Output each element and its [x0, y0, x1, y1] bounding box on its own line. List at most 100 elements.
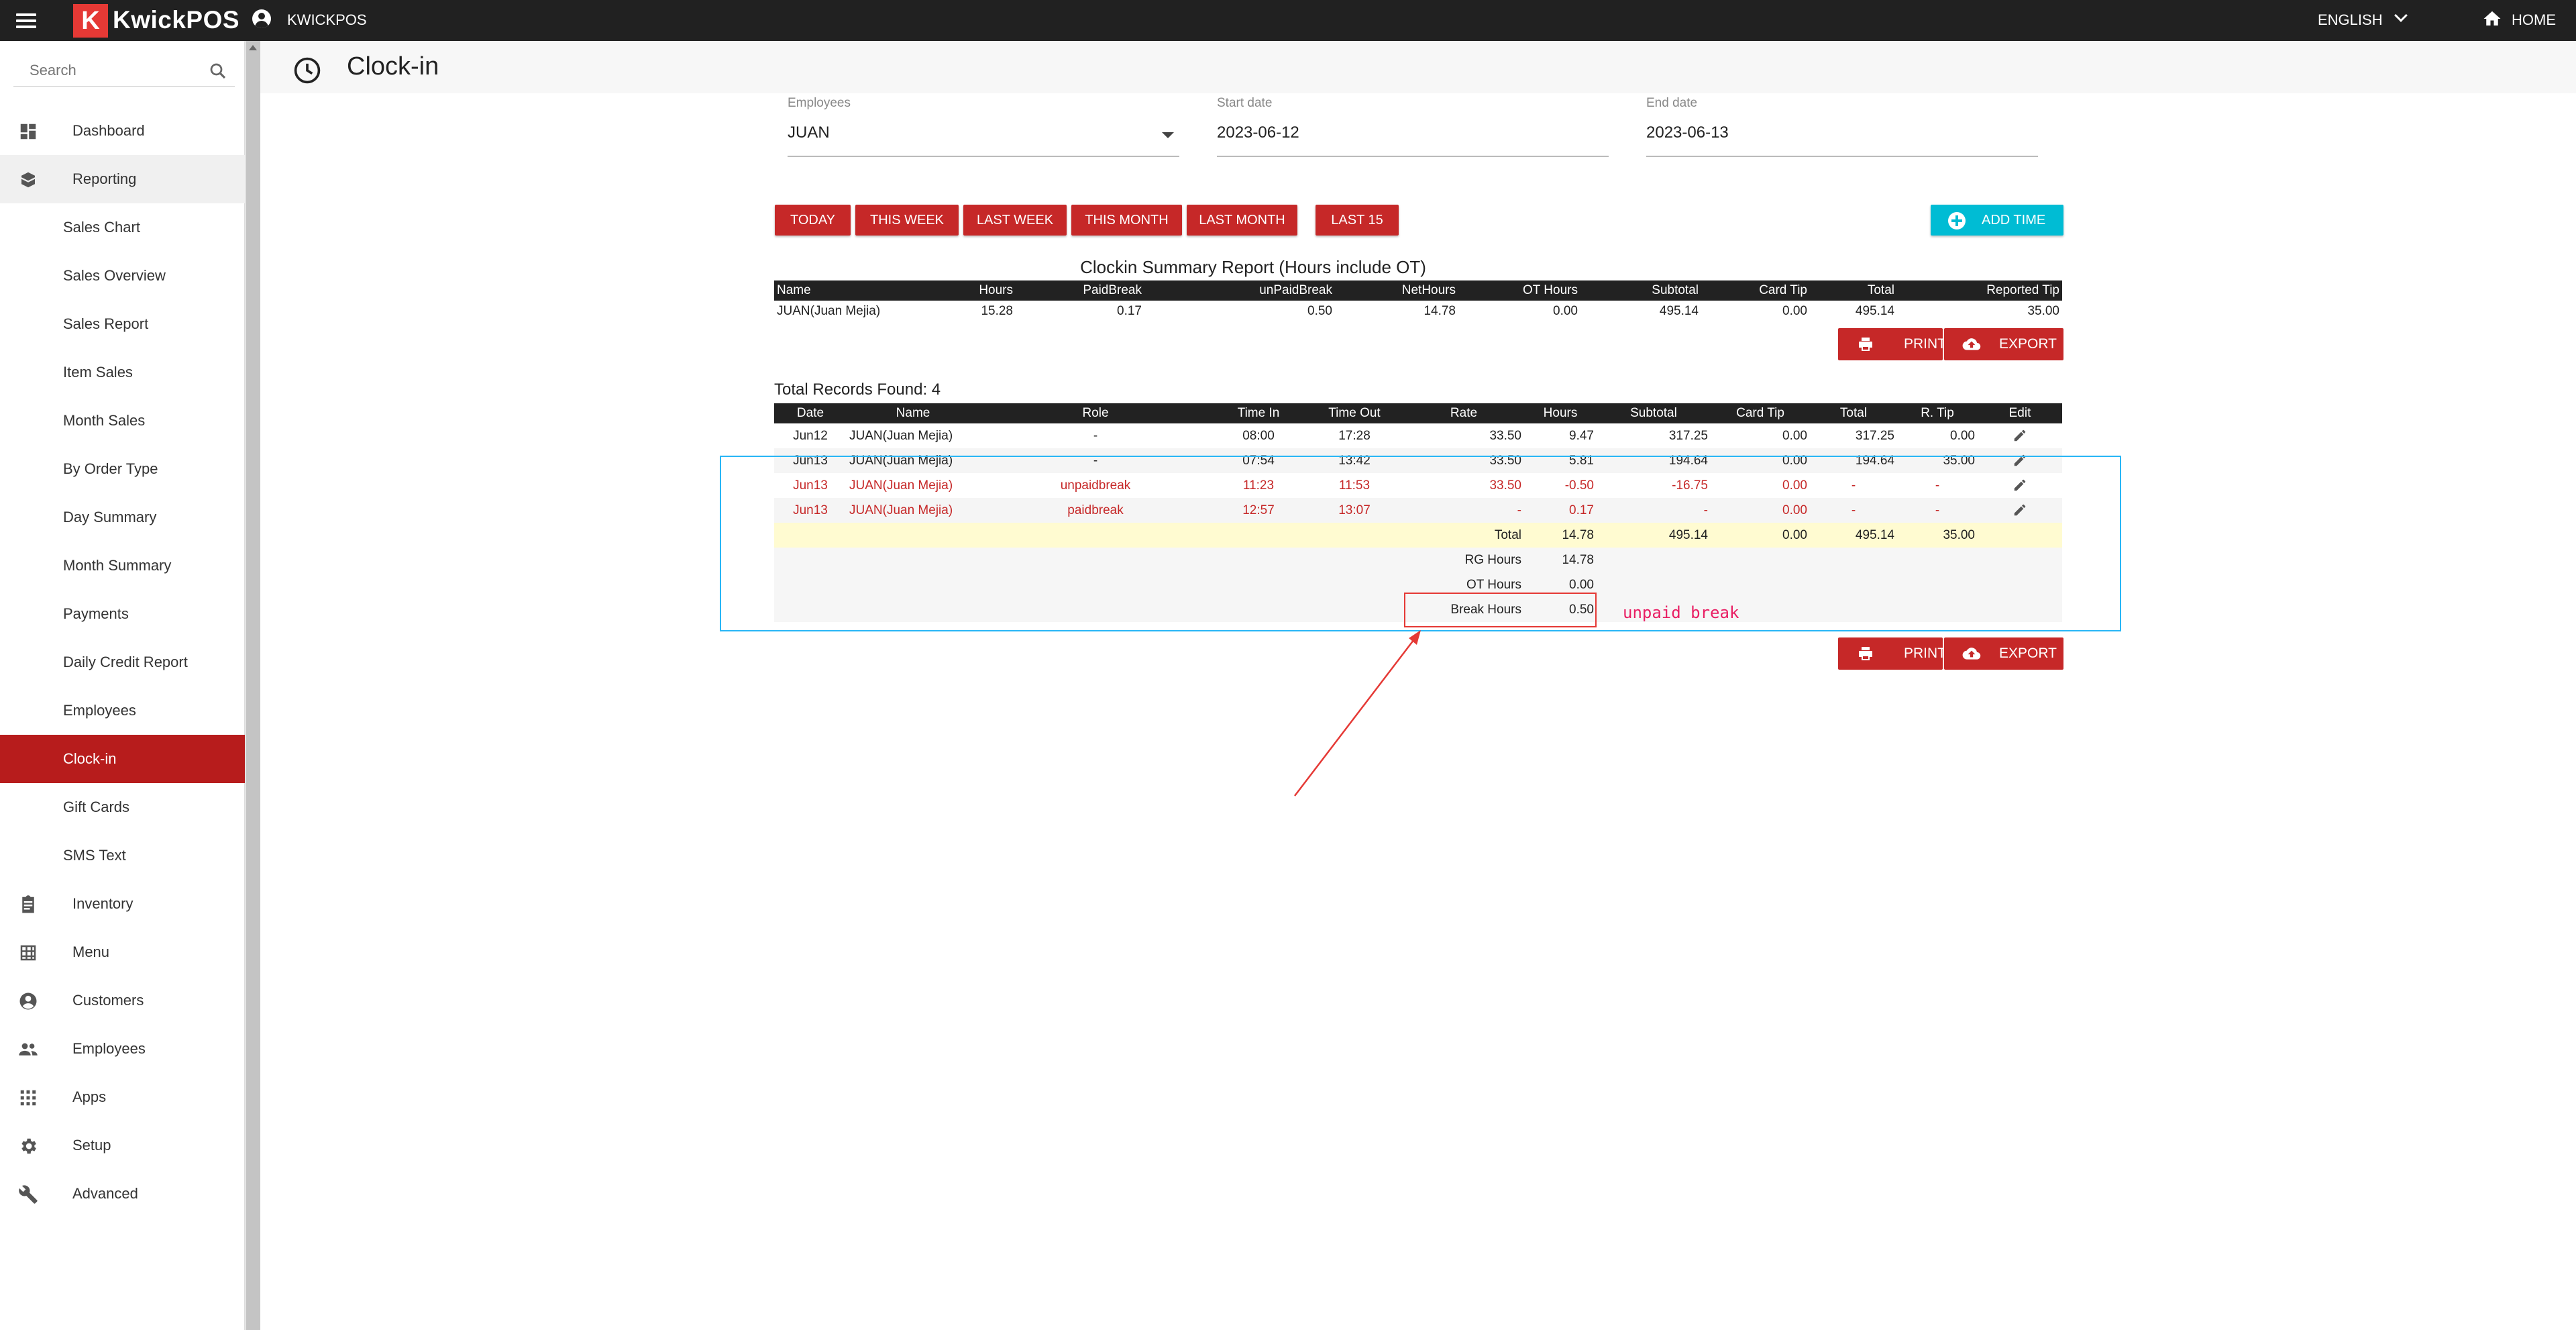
records-header-row: Date Name Role Time In Time Out Rate Hou… [774, 403, 2062, 423]
sidebar-scrollbar[interactable] [246, 41, 260, 1330]
sidebar-item-label: Daily Credit Report [63, 654, 188, 670]
employees-select[interactable]: Employees JUAN [775, 96, 1179, 159]
last-15-button[interactable]: LAST 15 [1316, 205, 1399, 236]
break-hours-callout-box [1404, 593, 1597, 627]
edit-cell [1978, 423, 2062, 448]
sidebar-item-payments[interactable]: Payments [0, 590, 245, 638]
col-header: Edit [1978, 403, 2062, 423]
employees-value[interactable]: JUAN [788, 123, 830, 142]
sidebar-item-gift-cards[interactable]: Gift Cards [0, 783, 245, 831]
dropdown-arrow-icon[interactable] [1162, 132, 1174, 138]
add-time-label: ADD TIME [1982, 213, 2046, 227]
summary-cell: 0.50 [1307, 304, 1332, 318]
summary-table: Name Hours PaidBreak unPaidBreak NetHour… [774, 280, 2062, 322]
store-name[interactable]: KWICKPOS [287, 10, 367, 30]
sidebar-item-label: Employees [63, 702, 136, 719]
sidebar: Dashboard Reporting Sales Chart Sales Ov… [0, 41, 245, 1330]
subtotal-cell: 317.25 [1668, 428, 1708, 443]
col-header: Date [774, 403, 847, 423]
clock-icon [294, 57, 321, 84]
export-label: EXPORT [1999, 336, 2057, 352]
last-month-button[interactable]: LAST MONTH [1187, 205, 1297, 236]
menu-icon[interactable] [16, 11, 36, 30]
edit-pencil-icon[interactable] [2012, 428, 2027, 443]
chevron-down-icon[interactable] [2394, 9, 2408, 22]
sidebar-item-label: Day Summary [63, 509, 157, 525]
account-icon[interactable] [252, 9, 271, 28]
summary-cell: 14.78 [1424, 304, 1456, 318]
language-select[interactable]: ENGLISH [2318, 10, 2383, 30]
dashboard-icon [20, 123, 36, 140]
start-date-field[interactable]: Start date 2023-06-12 [1205, 96, 1609, 159]
sidebar-item-label: Clock-in [63, 750, 117, 767]
end-date-field[interactable]: End date 2023-06-13 [1634, 96, 2038, 159]
col-header: Total [1810, 403, 1897, 423]
annotation-arrow [1294, 630, 1421, 797]
sidebar-item-month-sales[interactable]: Month Sales [0, 397, 245, 445]
summary-cell: 495.14 [1855, 304, 1894, 318]
sidebar-item-label: By Order Type [63, 460, 158, 477]
sidebar-item-setup[interactable]: Setup [0, 1121, 245, 1170]
start-date-value[interactable]: 2023-06-12 [1217, 123, 1299, 142]
gear-icon [21, 1138, 36, 1154]
sidebar-item-reporting[interactable]: Reporting [0, 155, 245, 203]
logo-text[interactable]: KwickPOS [113, 5, 239, 36]
export-button[interactable]: EXPORT [1944, 328, 2063, 360]
sidebar-item-sms-text[interactable]: SMS Text [0, 831, 245, 880]
time-in-cell: 08:00 [1242, 428, 1275, 443]
this-month-button[interactable]: THIS MONTH [1071, 205, 1182, 236]
scroll-up-icon[interactable] [249, 45, 257, 50]
sidebar-item-sales-report[interactable]: Sales Report [0, 300, 245, 348]
add-time-button[interactable]: ADD TIME [1931, 205, 2063, 236]
sidebar-item-sales-overview[interactable]: Sales Overview [0, 252, 245, 300]
col-header: Name [774, 280, 928, 301]
export-button[interactable]: EXPORT [1944, 637, 2063, 670]
search-icon[interactable] [208, 61, 228, 81]
sidebar-item-item-sales[interactable]: Item Sales [0, 348, 245, 397]
add-circle-icon [1948, 212, 1966, 229]
sidebar-item-label: Gift Cards [63, 799, 130, 815]
summary-cell: 0.00 [1553, 304, 1578, 318]
name-cell: JUAN(Juan Mejia) [849, 428, 953, 443]
role-cell: - [1093, 428, 1098, 443]
sidebar-item-month-summary[interactable]: Month Summary [0, 542, 245, 590]
printer-icon [1859, 338, 1872, 351]
sidebar-item-menu[interactable]: Menu [0, 928, 245, 976]
sidebar-item-customers[interactable]: Customers [0, 976, 245, 1025]
search-input[interactable] [13, 56, 195, 85]
cloud-upload-icon [1962, 338, 1981, 350]
print-button[interactable]: PRINT [1838, 328, 1946, 360]
today-button[interactable]: TODAY [775, 205, 851, 236]
total-cell: 317.25 [1855, 428, 1894, 443]
sidebar-item-advanced[interactable]: Advanced [0, 1170, 245, 1218]
sidebar-item-clock-in[interactable]: Clock-in [0, 735, 245, 783]
sidebar-item-employees-report[interactable]: Employees [0, 686, 245, 735]
account-icon [19, 992, 37, 1010]
sidebar-item-label: Advanced [72, 1185, 138, 1202]
sidebar-item-apps[interactable]: Apps [0, 1073, 245, 1121]
sidebar-item-label: Apps [72, 1088, 107, 1105]
sidebar-item-sales-chart[interactable]: Sales Chart [0, 203, 245, 252]
apps-icon [20, 1090, 36, 1106]
sidebar-item-employees[interactable]: Employees [0, 1025, 245, 1073]
page-title: Clock-in [347, 52, 439, 81]
sidebar-item-dashboard[interactable]: Dashboard [0, 107, 245, 155]
sidebar-item-inventory[interactable]: Inventory [0, 880, 245, 928]
home-link[interactable]: HOME [2512, 10, 2556, 30]
col-header: PaidBreak [1016, 280, 1144, 301]
sidebar-item-label: Sales Report [63, 315, 149, 332]
col-header: R. Tip [1897, 403, 1978, 423]
sidebar-item-by-order-type[interactable]: By Order Type [0, 445, 245, 493]
home-icon[interactable] [2482, 9, 2502, 29]
print-label: PRINT [1904, 646, 1946, 661]
annotation-note: unpaid break [1623, 603, 1739, 622]
sidebar-item-day-summary[interactable]: Day Summary [0, 493, 245, 542]
last-week-button[interactable]: LAST WEEK [963, 205, 1067, 236]
print-button[interactable]: PRINT [1838, 637, 1946, 670]
col-header: Subtotal [1580, 280, 1701, 301]
logo[interactable]: K [73, 4, 108, 38]
end-date-value[interactable]: 2023-06-13 [1646, 123, 1729, 142]
export-label: EXPORT [1999, 646, 2057, 661]
this-week-button[interactable]: THIS WEEK [855, 205, 959, 236]
sidebar-item-daily-credit-report[interactable]: Daily Credit Report [0, 638, 245, 686]
